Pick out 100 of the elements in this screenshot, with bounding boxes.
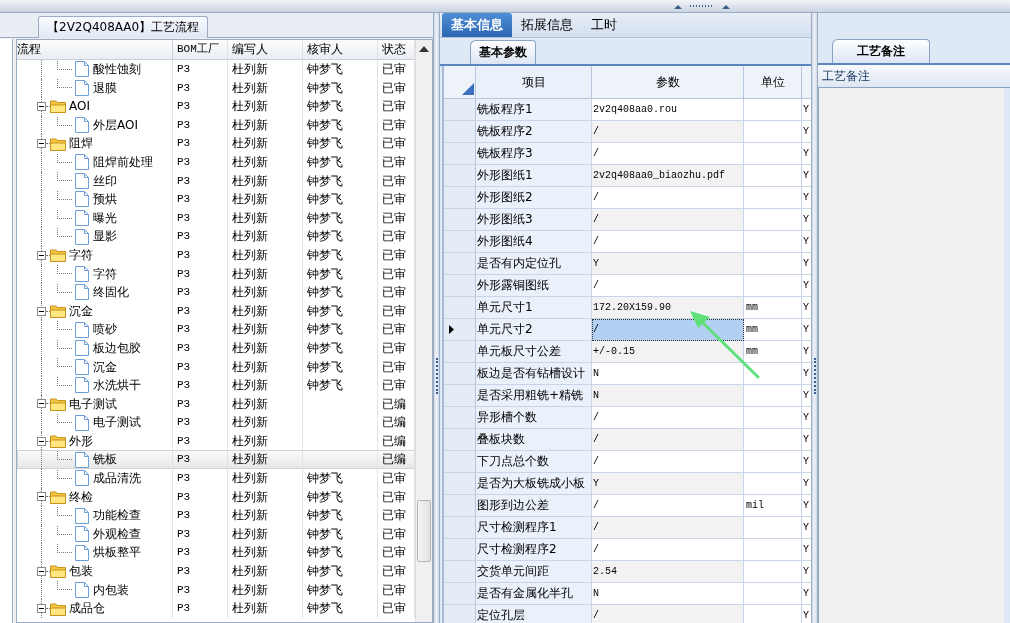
tree-row[interactable]: 阻焊前处理 P3 杜列新 钟梦飞 已审 — [17, 152, 415, 172]
table-cell: 杜列新 — [228, 97, 303, 116]
tab[interactable]: 工艺备注 — [832, 39, 930, 63]
tree-row[interactable]: 喷砂 P3 杜列新 钟梦飞 已审 — [17, 320, 415, 339]
column-header[interactable]: BOM工厂 — [173, 40, 228, 59]
table-cell[interactable]: / — [592, 539, 744, 561]
column-header[interactable]: 单位 — [744, 66, 802, 98]
grip-icon[interactable] — [672, 2, 732, 10]
scrollbar[interactable] — [415, 40, 432, 622]
tree-row[interactable]: 板边包胶 P3 杜列新 钟梦飞 已审 — [17, 338, 415, 358]
table-cell[interactable]: / — [592, 231, 744, 253]
tree-row[interactable]: 终固化 P3 杜列新 钟梦飞 已审 — [17, 283, 415, 302]
tree-row[interactable]: 成品清洗 P3 杜列新 钟梦飞 已审 — [17, 469, 415, 488]
table-cell[interactable]: / — [592, 451, 744, 473]
table-cell[interactable]: / — [592, 319, 744, 341]
tree-row[interactable]: 阻焊 P3 杜列新 钟梦飞 已审 — [17, 134, 415, 153]
table-cell[interactable]: Y — [592, 253, 744, 275]
table-cell[interactable]: / — [592, 143, 744, 165]
folder-icon — [50, 248, 66, 263]
tree-row[interactable]: 成品仓 P3 杜列新 钟梦飞 已审 — [17, 599, 415, 618]
tree-row[interactable]: 水洗烘干 P3 杜列新 钟梦飞 已审 — [17, 376, 415, 395]
tree-row[interactable]: 电子测试 P3 杜列新 已编 — [17, 394, 415, 414]
tree-label: 酸性蚀刻 — [93, 61, 141, 78]
notes-field[interactable] — [818, 88, 1004, 623]
tree-row[interactable]: 曝光 P3 杜列新 钟梦飞 已审 — [17, 208, 415, 228]
document-icon — [75, 265, 89, 282]
tree-row[interactable]: 烘板整平 P3 杜列新 钟梦飞 已审 — [17, 543, 415, 563]
column-header[interactable]: 参数 — [592, 66, 744, 98]
column-header[interactable]: 核审人 — [303, 40, 378, 59]
collapse-icon[interactable] — [37, 250, 46, 260]
tree-row[interactable]: 功能检查 P3 杜列新 钟梦飞 已审 — [17, 506, 415, 525]
tree-row[interactable]: 酸性蚀刻 P3 杜列新 钟梦飞 已审 — [17, 60, 415, 79]
scroll-up-icon[interactable] — [419, 46, 429, 52]
collapse-icon[interactable] — [37, 566, 46, 576]
tab[interactable]: 拓展信息 — [512, 13, 582, 37]
table-cell: 钟梦飞 — [307, 247, 343, 262]
panel-title-tab[interactable]: 【2V2Q408AA0】工艺流程 — [38, 16, 209, 38]
tree-row[interactable]: 显影 P3 杜列新 钟梦飞 已审 — [17, 227, 415, 246]
table-cell[interactable]: / — [592, 275, 744, 297]
tree-row[interactable]: 铣板 P3 杜列新 已编 — [17, 450, 415, 470]
table-cell[interactable]: 172.20X159.90 — [592, 297, 744, 319]
tree-row[interactable]: 字符 P3 杜列新 钟梦飞 已审 — [17, 245, 415, 265]
table-cell[interactable]: / — [592, 605, 744, 623]
table-cell: 钟梦飞 — [307, 136, 343, 151]
table-cell: 钟梦飞 — [307, 545, 343, 560]
table-cell[interactable]: N — [592, 385, 744, 407]
table-cell: 单元尺寸2 — [476, 319, 592, 341]
table-cell[interactable]: 2v2q408aa0.rou — [592, 99, 744, 121]
tree-row[interactable]: 电子测试 P3 杜列新 已编 — [17, 413, 415, 432]
table-cell[interactable]: / — [592, 407, 744, 429]
table-cell[interactable]: 2v2q408aa0_biaozhu.pdf — [592, 165, 744, 187]
table-cell[interactable]: / — [592, 429, 744, 451]
column-header[interactable]: 项目 — [476, 66, 592, 98]
collapse-icon[interactable] — [37, 604, 46, 613]
tree-row[interactable]: 丝印 P3 杜列新 钟梦飞 已审 — [17, 171, 415, 191]
table-cell[interactable]: / — [592, 121, 744, 143]
tree-row[interactable]: 外层AOI P3 杜列新 钟梦飞 已审 — [17, 115, 415, 135]
folder-icon — [50, 397, 66, 411]
table-cell[interactable]: / — [592, 187, 744, 209]
tree-row[interactable]: 外观检查 P3 杜列新 钟梦飞 已审 — [17, 524, 415, 544]
table-cell[interactable]: / — [592, 517, 744, 539]
scroll-thumb[interactable] — [417, 500, 431, 562]
table-cell[interactable]: N — [592, 583, 744, 605]
table-cell — [744, 187, 802, 209]
column-header[interactable]: 流程 — [17, 40, 173, 59]
table-cell[interactable]: / — [592, 209, 744, 231]
table-cell[interactable]: / — [592, 495, 744, 517]
column-header[interactable]: 编写人 — [228, 40, 303, 59]
table-cell[interactable]: N — [592, 363, 744, 385]
table-cell[interactable]: +/-0.15 — [592, 341, 744, 363]
tab[interactable]: 基本参数 — [470, 40, 536, 64]
row-header[interactable] — [444, 319, 476, 341]
table-cell: 铣板程序1 — [476, 99, 592, 121]
table-cell — [744, 363, 802, 385]
document-icon — [75, 544, 89, 561]
tree-row[interactable]: AOI P3 杜列新 钟梦飞 已审 — [17, 97, 415, 116]
table-cell[interactable]: 2.54 — [592, 561, 744, 583]
collapse-icon[interactable] — [37, 399, 46, 409]
table-cell: 外形露铜图纸 — [476, 275, 592, 297]
tree-row[interactable]: 沉金 P3 杜列新 钟梦飞 已审 — [17, 357, 415, 377]
tree-row[interactable]: 沉金 P3 杜列新 钟梦飞 已审 — [17, 301, 415, 321]
tree-row[interactable]: 退膜 P3 杜列新 钟梦飞 已审 — [17, 78, 415, 98]
tree-row[interactable]: 字符 P3 杜列新 钟梦飞 已审 — [17, 264, 415, 284]
splitter[interactable] — [811, 13, 818, 623]
collapse-icon[interactable] — [37, 139, 46, 149]
document-icon — [75, 377, 89, 394]
tab[interactable]: 基本信息 — [442, 13, 512, 37]
table-cell: 铣板程序3 — [476, 143, 592, 165]
tree-row[interactable]: 内包装 P3 杜列新 钟梦飞 已审 — [17, 580, 415, 600]
collapse-icon[interactable] — [37, 306, 46, 316]
tree-row[interactable]: 预烘 P3 杜列新 钟梦飞 已审 — [17, 190, 415, 209]
tree-row[interactable]: 终检 P3 杜列新 钟梦飞 已审 — [17, 487, 415, 507]
table-cell[interactable]: Y — [592, 473, 744, 495]
tree-label: AOI — [69, 98, 90, 116]
table-cell: 外形图纸4 — [476, 231, 592, 253]
tab[interactable]: 工时 — [582, 13, 626, 37]
tree-row[interactable]: 包装 P3 杜列新 钟梦飞 已审 — [17, 562, 415, 581]
collapse-icon[interactable] — [37, 102, 46, 111]
collapse-icon[interactable] — [37, 492, 46, 502]
collapse-icon[interactable] — [37, 436, 46, 446]
